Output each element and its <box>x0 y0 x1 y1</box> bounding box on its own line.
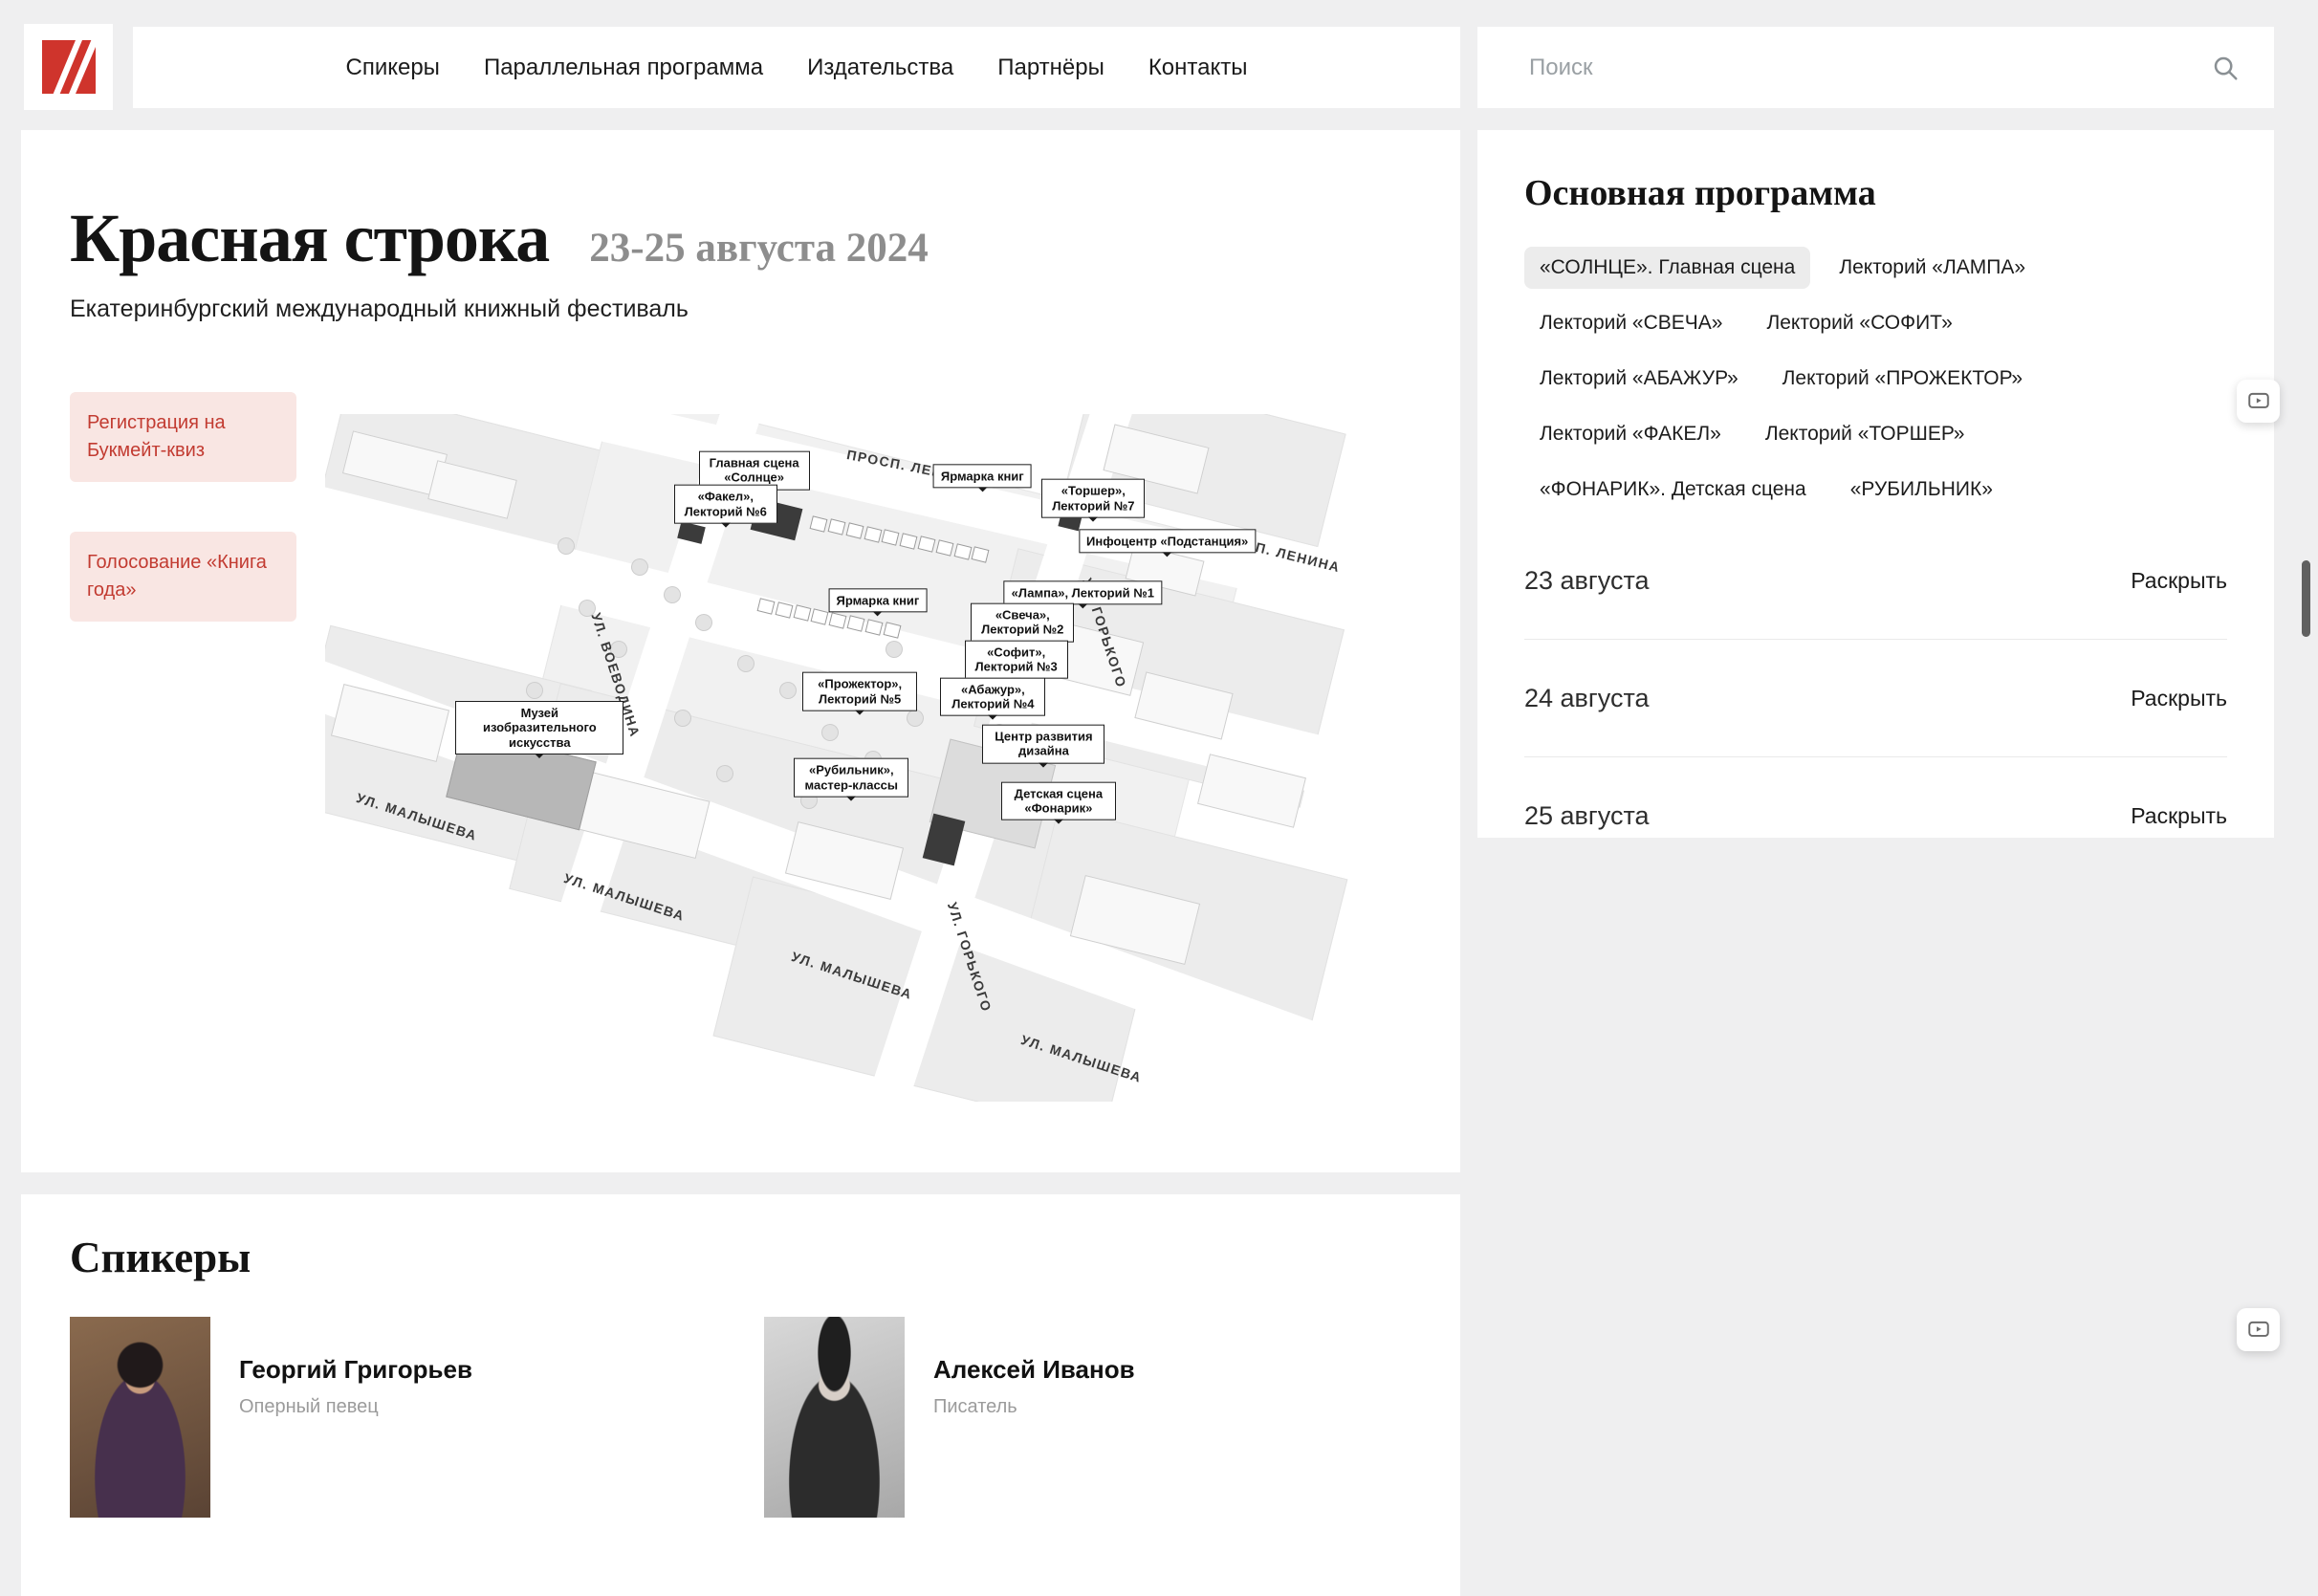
program-filter-chip[interactable]: Лекторий «ТОРШЕР» <box>1750 413 1980 455</box>
program-day-date: 23 августа <box>1524 566 1650 596</box>
map-venue-label: Инфоцентр «Подстанция» <box>1079 529 1256 553</box>
program-sidebar: Основная программа «СОЛНЦЕ». Главная сце… <box>1477 130 2274 838</box>
program-day-row[interactable]: 23 августа Раскрыть <box>1524 522 2227 640</box>
map-venue-label: «Торшер», Лекторий №7 <box>1041 479 1145 518</box>
search-bar <box>1477 27 2274 108</box>
expand-link[interactable]: Раскрыть <box>2131 803 2227 829</box>
map-venue-label: Ярмарка книг <box>933 464 1032 488</box>
program-day-row[interactable]: 25 августа Раскрыть <box>1524 757 2227 838</box>
media-widget-icon <box>2246 389 2271 414</box>
map-venue-label: «Лампа», Лекторий №1 <box>1004 580 1162 604</box>
map-venue-label: «Софит», Лекторий №3 <box>965 640 1068 679</box>
nav-item[interactable]: Партнёры <box>997 55 1104 81</box>
program-day-date: 25 августа <box>1524 801 1650 831</box>
expand-link[interactable]: Раскрыть <box>2131 686 2227 711</box>
program-filter-chip[interactable]: Лекторий «ПРОЖЕКТОР» <box>1767 358 2038 400</box>
floating-widget-button[interactable] <box>2237 380 2280 423</box>
search-icon[interactable] <box>2211 54 2240 82</box>
program-filter-chip[interactable]: «ФОНАРИК». Детская сцена <box>1524 469 1822 511</box>
expand-link[interactable]: Раскрыть <box>2131 568 2227 594</box>
search-input[interactable] <box>1527 54 2211 82</box>
program-filter-chip[interactable]: Лекторий «АБАЖУР» <box>1524 358 1754 400</box>
map-venue-label: Музей изобразительного искусства <box>455 701 623 754</box>
map-venue-label: «Факел», Лекторий №6 <box>674 485 777 524</box>
program-filter-chip[interactable]: Лекторий «ФАКЕЛ» <box>1524 413 1737 455</box>
media-widget-icon <box>2246 1318 2271 1343</box>
hero-action-button[interactable]: Регистрация на Букмейт-квиз <box>70 392 296 482</box>
page-title: Красная строка <box>70 199 549 278</box>
program-filters: «СОЛНЦЕ». Главная сцена Лекторий «ЛАМПА» Л… <box>1524 247 2165 511</box>
speaker-photo <box>764 1317 905 1518</box>
speaker-photo <box>70 1317 210 1518</box>
festival-map: ПРОСП. ЛЕНИНАПРОСП. ЛЕНИНАУЛ. ВОЕВОДИНАУ… <box>325 414 1382 1102</box>
speaker-info: Георгий Григорьев Оперный певец <box>239 1317 472 1518</box>
hero-action-button[interactable]: Голосование «Книга года» <box>70 532 296 622</box>
speakers-section: Спикеры Георгий Григорьев Оперный певец … <box>21 1194 1460 1596</box>
nav-item[interactable]: Издательства <box>807 55 953 81</box>
nav-items: Спикеры Параллельная программа Издательств… <box>345 55 1247 81</box>
hero-card: Красная строка 23-25 августа 2024 Екатер… <box>21 130 1460 1172</box>
map-venue-label: «Прожектор», Лекторий №5 <box>802 672 917 711</box>
speakers-list: Георгий Григорьев Оперный певец Алексей … <box>21 1282 1460 1518</box>
logo[interactable] <box>24 24 113 110</box>
speaker-card[interactable]: Георгий Григорьев Оперный певец <box>70 1317 739 1518</box>
program-days: 23 августа Раскрыть 24 августа Раскрыть … <box>1524 522 2227 838</box>
event-subtitle: Екатеринбургский международный книжный ф… <box>21 278 1460 323</box>
nav-item[interactable]: Контакты <box>1148 55 1248 81</box>
map-venue-label: Центр развития дизайна <box>982 725 1104 764</box>
program-filter-chip[interactable]: Лекторий «ЛАМПА» <box>1824 247 2041 289</box>
map-venue-label: «Свеча», Лекторий №2 <box>971 603 1074 643</box>
event-dates: 23-25 августа 2024 <box>589 225 928 272</box>
map-venue-label: «Абажур», Лекторий №4 <box>940 677 1045 716</box>
program-filter-chip[interactable]: «СОЛНЦЕ». Главная сцена <box>1524 247 1810 289</box>
hero-actions: Регистрация на Букмейт-квиз Голосование «… <box>70 392 296 622</box>
floating-widget-button[interactable] <box>2237 1308 2280 1351</box>
program-filter-chip[interactable]: «РУБИЛЬНИК» <box>1835 469 2008 511</box>
program-filter-chip[interactable]: Лекторий «СОФИТ» <box>1751 302 1967 344</box>
nav-item[interactable]: Спикеры <box>345 55 439 81</box>
map-venue-label: Детская сцена «Фонарик» <box>1001 781 1116 820</box>
speaker-name[interactable]: Алексей Иванов <box>933 1355 1135 1385</box>
map-venue-labels: Главная сцена «Солнце»Ярмарка книг«Факел… <box>325 414 1382 1102</box>
speaker-info: Алексей Иванов Писатель <box>933 1317 1135 1518</box>
program-filter-chip[interactable]: Лекторий «СВЕЧА» <box>1524 302 1738 344</box>
program-day-date: 24 августа <box>1524 684 1650 713</box>
program-title: Основная программа <box>1524 130 2227 214</box>
nav-item[interactable]: Параллельная программа <box>484 55 763 81</box>
main-nav: Спикеры Параллельная программа Издательств… <box>133 27 1460 108</box>
map-venue-label: «Рубильник», мастер-классы <box>794 758 908 798</box>
speaker-card[interactable]: Алексей Иванов Писатель <box>764 1317 1433 1518</box>
hero-head: Красная строка 23-25 августа 2024 <box>21 130 1460 278</box>
program-day-row[interactable]: 24 августа Раскрыть <box>1524 640 2227 757</box>
map-venue-label: Ярмарка книг <box>828 588 927 612</box>
scrollbar-thumb[interactable] <box>2302 560 2310 637</box>
red-line-logo-icon <box>42 40 96 94</box>
speakers-title: Спикеры <box>21 1194 1460 1282</box>
speaker-name[interactable]: Георгий Григорьев <box>239 1355 472 1385</box>
